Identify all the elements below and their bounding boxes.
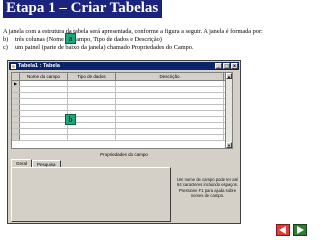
description-cell[interactable] — [116, 123, 224, 128]
table-icon — [11, 63, 16, 69]
window-titlebar[interactable]: Tabela1 : Tabela _ □ x — [9, 62, 239, 70]
list-item-text: três colunas (Nome do campo, Tipo de dad… — [15, 36, 162, 43]
field-name-cell[interactable] — [20, 135, 68, 140]
list-item: c) um painel (parte de baixo da janela) c… — [3, 44, 194, 52]
column-header-data-type[interactable]: Tipo de dados — [68, 73, 116, 80]
arrow-left-icon[interactable] — [276, 224, 290, 236]
data-type-cell[interactable] — [68, 87, 116, 92]
list-item-label: c) — [3, 44, 8, 51]
data-type-cell[interactable] — [68, 93, 116, 98]
data-type-cell[interactable] — [68, 81, 116, 86]
vertical-scrollbar[interactable]: ▲ ▼ — [225, 73, 232, 148]
field-name-cell[interactable] — [20, 93, 68, 98]
list-item-label: b) — [3, 36, 9, 43]
data-type-cell[interactable] — [68, 105, 116, 110]
intro-text: A janela com a estrutura da tabela será … — [3, 28, 263, 35]
data-type-cell[interactable] — [68, 135, 116, 140]
callout-marker-b: b — [65, 114, 76, 125]
data-type-cell[interactable] — [68, 99, 116, 104]
table-row[interactable] — [12, 135, 232, 141]
description-cell[interactable] — [116, 135, 224, 140]
row-selector[interactable] — [12, 111, 20, 116]
scroll-down-icon[interactable]: ▼ — [226, 142, 232, 148]
list-item: b) três colunas (Nome do campo, Tipo de d… — [3, 36, 162, 44]
description-cell[interactable] — [116, 117, 224, 122]
field-name-cell[interactable] — [20, 111, 68, 116]
row-selector[interactable] — [12, 87, 20, 92]
description-cell[interactable] — [116, 87, 224, 92]
row-selector[interactable] — [12, 93, 20, 98]
row-selector[interactable] — [12, 129, 20, 134]
close-button[interactable]: x — [231, 63, 238, 69]
row-selector[interactable] — [12, 99, 20, 104]
row-selector[interactable] — [12, 117, 20, 122]
field-name-cell[interactable] — [20, 81, 68, 86]
field-name-cell[interactable] — [20, 117, 68, 122]
properties-panel — [11, 167, 171, 222]
field-name-cell[interactable] — [20, 105, 68, 110]
column-header-field-name[interactable]: Nome do campo — [20, 73, 68, 80]
row-selector-header — [12, 73, 20, 80]
help-text: Um nome de campo pode ter até 64 caracte… — [176, 177, 239, 198]
description-cell[interactable] — [116, 111, 224, 116]
row-selector-icon[interactable]: ▶ — [12, 81, 20, 86]
properties-label: Propriedades do campo — [100, 152, 148, 157]
description-cell[interactable] — [116, 81, 224, 86]
description-cell[interactable] — [116, 93, 224, 98]
field-name-cell[interactable] — [20, 123, 68, 128]
table-design-window: Tabela1 : Tabela _ □ x Nome do campo Tip… — [7, 60, 241, 224]
field-name-cell[interactable] — [20, 87, 68, 92]
column-header-description[interactable]: Descrição — [116, 73, 224, 80]
field-name-cell[interactable] — [20, 99, 68, 104]
description-cell[interactable] — [116, 105, 224, 110]
field-grid[interactable]: Nome do campo Tipo de dados Descrição ▶ … — [11, 72, 233, 149]
row-selector[interactable] — [12, 135, 20, 140]
scroll-up-icon[interactable]: ▲ — [226, 73, 232, 79]
row-selector[interactable] — [12, 123, 20, 128]
maximize-button[interactable]: □ — [223, 63, 230, 69]
slide-title: Etapa 1 – Criar Tabelas — [3, 0, 163, 18]
minimize-button[interactable]: _ — [215, 63, 222, 69]
grid-header: Nome do campo Tipo de dados Descrição — [12, 73, 232, 81]
arrow-right-icon[interactable] — [293, 224, 307, 236]
window-title: Tabela1 : Tabela — [18, 63, 60, 69]
callout-marker-a: a — [65, 33, 76, 44]
data-type-cell[interactable] — [68, 129, 116, 134]
field-name-cell[interactable] — [20, 129, 68, 134]
description-cell[interactable] — [116, 99, 224, 104]
description-cell[interactable] — [116, 129, 224, 134]
list-item-text: um painel (parte de baixo da janela) cha… — [15, 44, 194, 51]
row-selector[interactable] — [12, 105, 20, 110]
